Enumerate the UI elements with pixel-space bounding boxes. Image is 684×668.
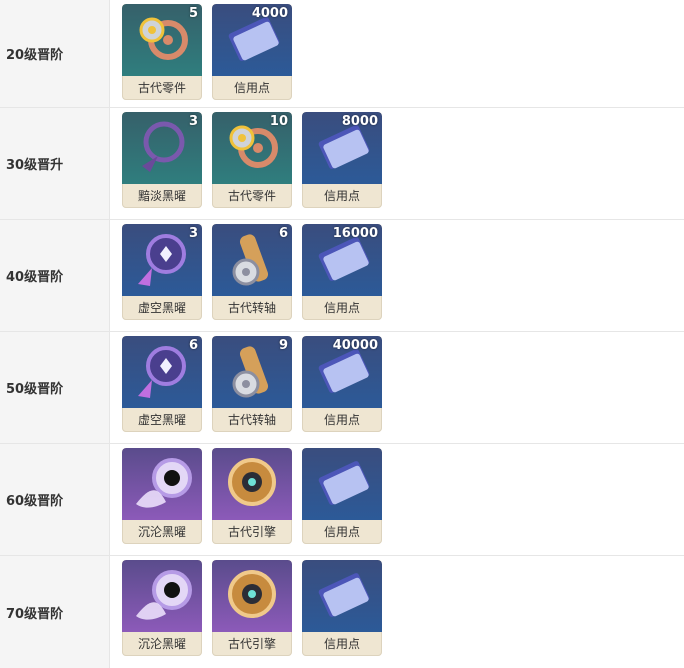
item-name: 古代引擎: [227, 525, 276, 539]
ascension-materials-table: 20级晋阶 5 古代零件 4000 信用点 30级晋升 3 黯淡黑曜 10 古代…: [0, 0, 684, 668]
material-item[interactable]: 5 古代零件: [122, 4, 202, 100]
material-item[interactable]: 古代引擎: [212, 448, 292, 544]
item-name: 古代零件: [137, 81, 186, 95]
credit-icon: [302, 448, 382, 520]
ascension-row: 20级晋阶 5 古代零件 4000 信用点: [0, 0, 684, 108]
credit-icon: 40000: [302, 336, 382, 408]
material-item[interactable]: 3 黯淡黑曜: [122, 112, 202, 208]
credit-icon: 4000: [212, 4, 292, 76]
sunken-obsidian-icon: [122, 560, 202, 632]
material-item[interactable]: 古代引擎: [212, 560, 292, 656]
item-name: 虚空黑曜: [137, 413, 186, 427]
credit-icon: 16000: [302, 224, 382, 296]
material-list: 6 虚空黑曜 9 古代转轴 40000 信用点: [110, 332, 382, 443]
item-name: 信用点: [323, 413, 360, 427]
ancient-part-icon: 5: [122, 4, 202, 76]
material-item[interactable]: 沉沦黑曜: [122, 560, 202, 656]
item-name: 古代零件: [227, 189, 276, 203]
material-item[interactable]: 信用点: [302, 448, 382, 544]
material-item[interactable]: 8000 信用点: [302, 112, 382, 208]
dim-obsidian-icon: 3: [122, 112, 202, 184]
level-label: 50级晋阶: [0, 332, 110, 443]
item-count: 4000: [251, 6, 288, 21]
item-count: 8000: [341, 114, 378, 129]
item-name: 虚空黑曜: [137, 301, 186, 315]
level-label: 30级晋升: [0, 108, 110, 219]
ancient-engine-icon: [212, 448, 292, 520]
item-name: 黯淡黑曜: [137, 189, 186, 203]
void-obsidian-icon: 6: [122, 336, 202, 408]
material-item[interactable]: 信用点: [302, 560, 382, 656]
material-item[interactable]: 沉沦黑曜: [122, 448, 202, 544]
material-list: 3 虚空黑曜 6 古代转轴 16000 信用点: [110, 220, 382, 331]
material-item[interactable]: 6 古代转轴: [212, 224, 292, 320]
item-name: 沉沦黑曜: [137, 637, 186, 651]
item-count: 3: [188, 114, 198, 129]
level-label: 40级晋阶: [0, 220, 110, 331]
ascension-row: 40级晋阶 3 虚空黑曜 6 古代转轴 16000 信用点: [0, 220, 684, 332]
level-label: 70级晋阶: [0, 556, 110, 668]
item-name: 信用点: [323, 637, 360, 651]
item-name: 古代转轴: [227, 413, 276, 427]
material-item[interactable]: 16000 信用点: [302, 224, 382, 320]
item-name: 古代转轴: [227, 301, 276, 315]
item-count: 40000: [332, 338, 378, 353]
item-count: 9: [278, 338, 288, 353]
item-name: 信用点: [233, 81, 270, 95]
ancient-part-icon: 10: [212, 112, 292, 184]
credit-icon: [302, 560, 382, 632]
item-count: 6: [278, 226, 288, 241]
material-item[interactable]: 40000 信用点: [302, 336, 382, 432]
item-name: 信用点: [323, 525, 360, 539]
material-item[interactable]: 9 古代转轴: [212, 336, 292, 432]
ascension-row: 50级晋阶 6 虚空黑曜 9 古代转轴 40000 信用点: [0, 332, 684, 444]
level-label: 20级晋阶: [0, 0, 110, 107]
material-item[interactable]: 4000 信用点: [212, 4, 292, 100]
void-obsidian-icon: 3: [122, 224, 202, 296]
material-list: 沉沦黑曜 古代引擎 信用点: [110, 556, 382, 668]
ancient-spindle-icon: 6: [212, 224, 292, 296]
ascension-row: 60级晋阶 沉沦黑曜 古代引擎 信用点: [0, 444, 684, 556]
credit-icon: 8000: [302, 112, 382, 184]
material-list: 3 黯淡黑曜 10 古代零件 8000 信用点: [110, 108, 382, 219]
item-count: 16000: [332, 226, 378, 241]
material-item[interactable]: 3 虚空黑曜: [122, 224, 202, 320]
ancient-engine-icon: [212, 560, 292, 632]
item-count: 5: [188, 6, 198, 21]
material-item[interactable]: 6 虚空黑曜: [122, 336, 202, 432]
material-list: 沉沦黑曜 古代引擎 信用点: [110, 444, 382, 555]
ancient-spindle-icon: 9: [212, 336, 292, 408]
item-count: 6: [188, 338, 198, 353]
material-item[interactable]: 10 古代零件: [212, 112, 292, 208]
ascension-row: 30级晋升 3 黯淡黑曜 10 古代零件 8000 信用点: [0, 108, 684, 220]
item-count: 3: [188, 226, 198, 241]
ascension-row: 70级晋阶 沉沦黑曜 古代引擎 信用点: [0, 556, 684, 668]
item-name: 古代引擎: [227, 637, 276, 651]
level-label: 60级晋阶: [0, 444, 110, 555]
material-list: 5 古代零件 4000 信用点: [110, 0, 292, 107]
item-name: 信用点: [323, 189, 360, 203]
item-name: 沉沦黑曜: [137, 525, 186, 539]
item-count: 10: [269, 114, 288, 129]
item-name: 信用点: [323, 301, 360, 315]
sunken-obsidian-icon: [122, 448, 202, 520]
